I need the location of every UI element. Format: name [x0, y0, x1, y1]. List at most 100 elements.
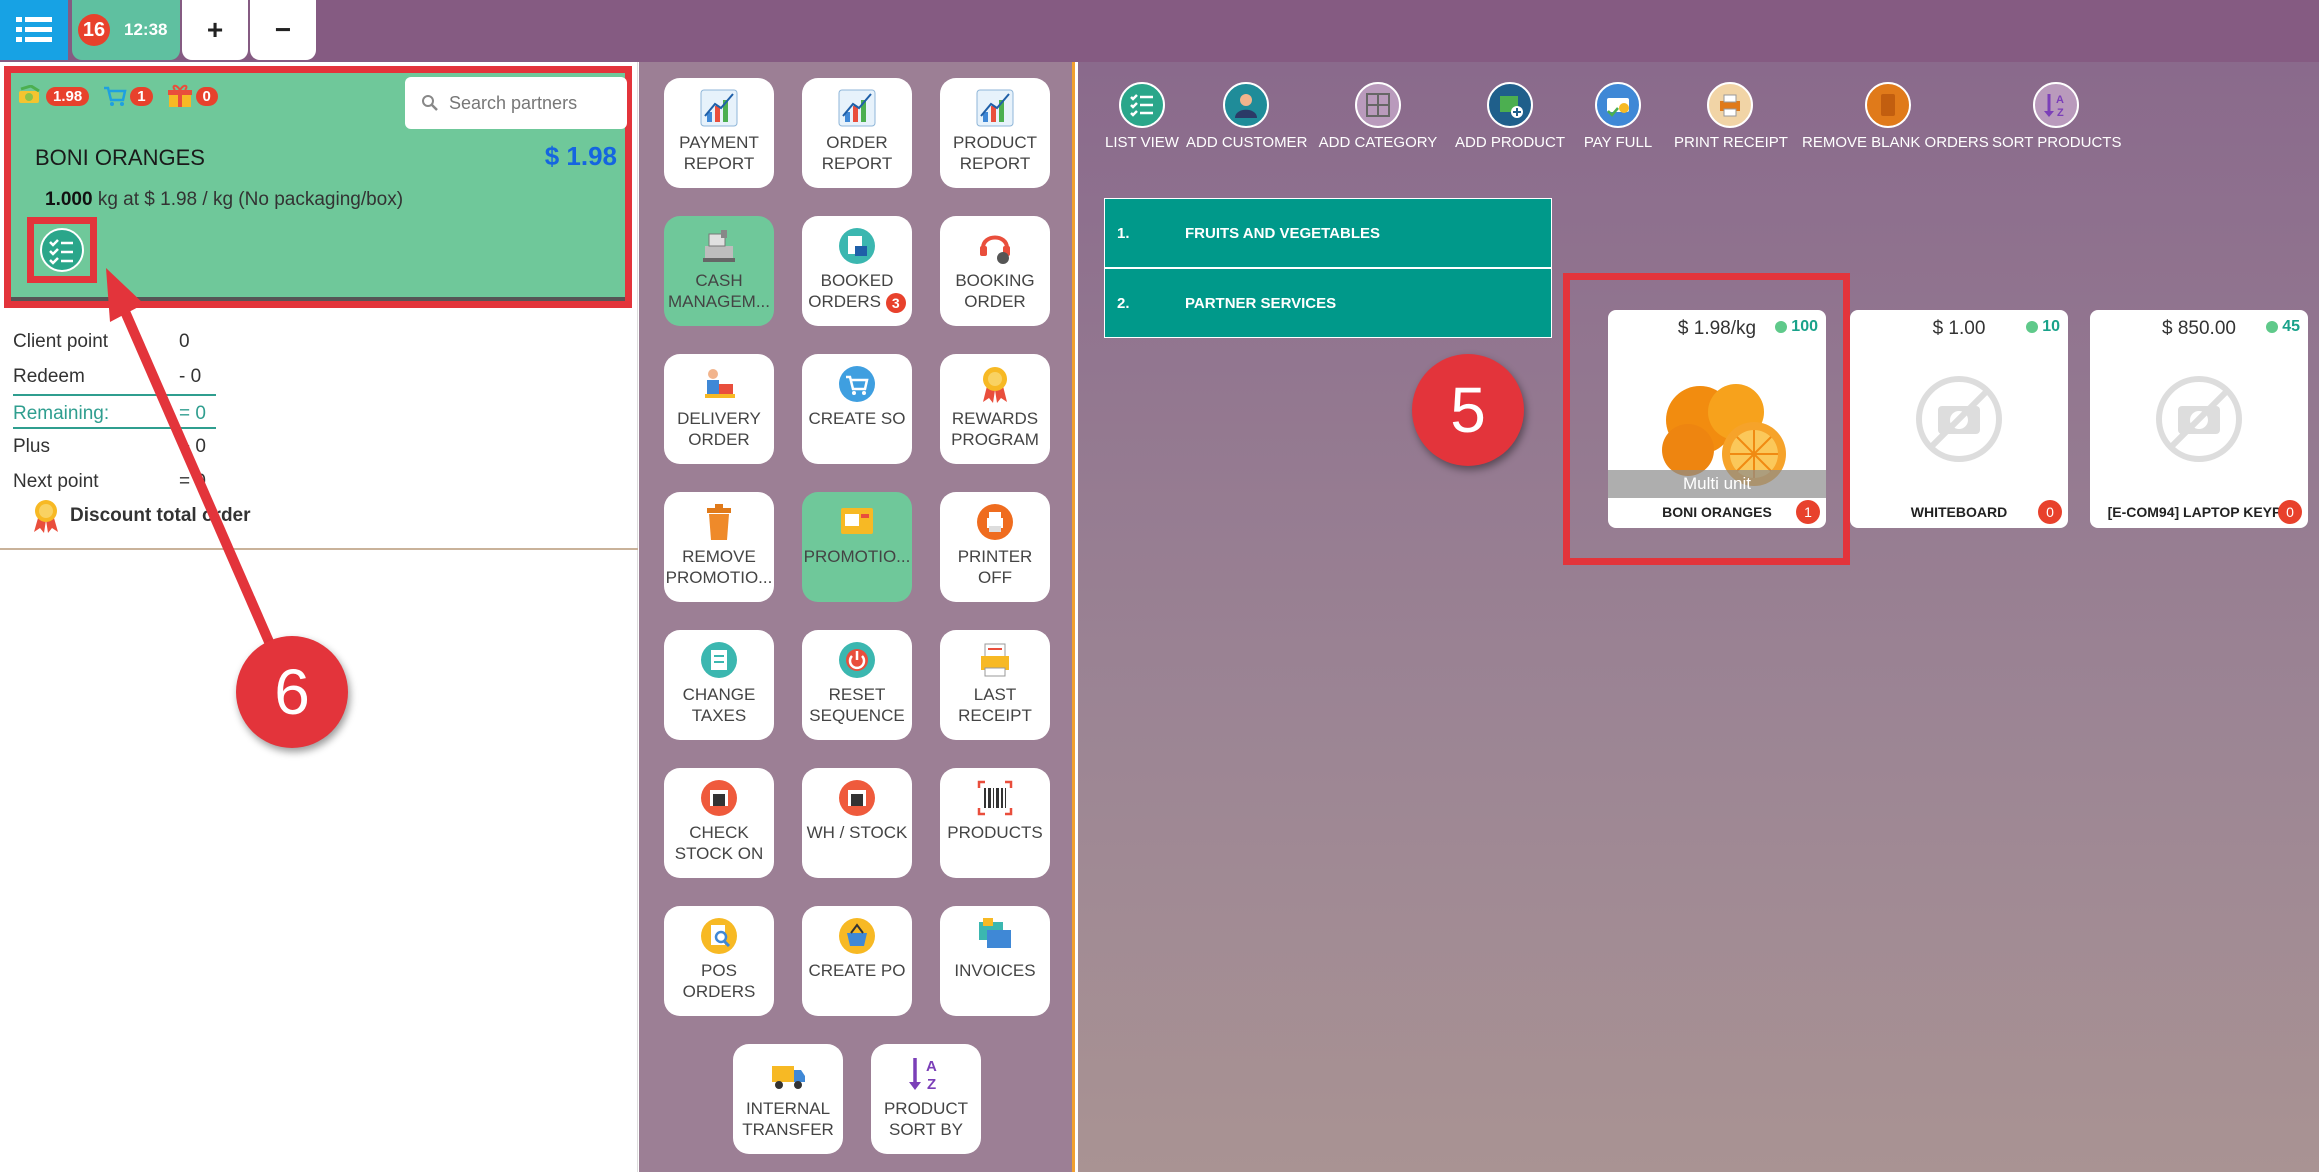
- remove-orders-icon: [1881, 94, 1895, 116]
- orderline-info: 1.000 kg at $ 1.98 / kg (No packaging/bo…: [45, 189, 403, 211]
- delivery-order-button[interactable]: DELIVERY ORDER: [664, 354, 774, 464]
- gift-badge: 0: [195, 86, 218, 106]
- list-view-icon: [1130, 94, 1153, 117]
- print-receipt-button[interactable]: PRINT RECEIPT: [1674, 82, 1788, 151]
- orderline-unit-info: kg at $ 1.98 / kg (No packaging/box): [97, 189, 404, 210]
- change-taxes-button[interactable]: CHANGE TAXES: [664, 630, 774, 740]
- print-receipt-icon: [1720, 94, 1740, 117]
- promotion-button[interactable]: PROMOTIO...: [802, 492, 912, 602]
- svg-text:A: A: [926, 1058, 937, 1075]
- product-report-button[interactable]: PRODUCT REPORT: [940, 78, 1050, 188]
- checklist-icon: [40, 228, 84, 272]
- product-count-badge: 0: [2278, 500, 2302, 524]
- cart-badge: 1: [130, 86, 153, 106]
- product-stock: 45: [2266, 318, 2300, 336]
- create-so-button[interactable]: CREATE SO: [802, 354, 912, 464]
- step-marker-6: 6: [236, 636, 348, 748]
- product-card-whiteboard[interactable]: $ 1.00 10 WHITEBOARD 0: [1850, 310, 2068, 528]
- pos-orders-button[interactable]: POS ORDERS: [664, 906, 774, 1016]
- pay-full-icon: [1607, 98, 1629, 117]
- printer-icon: [977, 504, 1013, 540]
- stock-icon: [839, 780, 875, 816]
- wh-stock-button[interactable]: WH / STOCK: [802, 768, 912, 878]
- basket-icon: [839, 918, 875, 954]
- search-partners-input[interactable]: Search partners: [405, 77, 627, 129]
- gift-icon: [167, 84, 192, 107]
- booked-icon: [839, 228, 875, 264]
- money-badge: 1.98: [46, 86, 90, 106]
- no-photo-icon: [1916, 376, 2002, 462]
- check-stock-button[interactable]: CHECK STOCK ON: [664, 768, 774, 878]
- category-row[interactable]: 1. FRUITS AND VEGETABLES: [1104, 198, 1552, 268]
- product-card-laptop-keypad[interactable]: $ 850.00 45 [E-COM94] LAPTOP KEYPA 0: [2090, 310, 2308, 528]
- cart-icon: [104, 86, 127, 106]
- menu-button[interactable]: [0, 0, 68, 60]
- internal-transfer-button[interactable]: INTERNAL TRANSFER: [733, 1044, 843, 1154]
- sort-az-icon: AZ: [909, 1058, 937, 1093]
- cash-register-icon: [703, 230, 735, 262]
- orderline-product-name[interactable]: BONI ORANGES: [35, 145, 205, 171]
- control-buttons-panel: PAYMENT REPORT ORDER REPORT PRODUCT REPO…: [639, 62, 1075, 1172]
- product-highlight-box: [1563, 273, 1850, 565]
- receipt-icon: [981, 643, 1009, 677]
- top-bar: 16 12:38 + −: [0, 0, 2319, 62]
- product-name: [E-COM94] LAPTOP KEYPA: [2107, 504, 2291, 520]
- add-order-button[interactable]: +: [182, 0, 248, 60]
- create-po-button[interactable]: CREATE PO: [802, 906, 912, 1016]
- rewards-program-button[interactable]: REWARDS PROGRAM: [940, 354, 1050, 464]
- power-icon: [839, 642, 875, 678]
- svg-text:Z: Z: [927, 1076, 936, 1093]
- printer-off-button[interactable]: PRINTER OFF: [940, 492, 1050, 602]
- invoices-button[interactable]: INVOICES: [940, 906, 1050, 1016]
- medal-icon: [34, 500, 58, 533]
- session-number: 16: [78, 14, 110, 46]
- product-name: WHITEBOARD: [1910, 504, 2008, 520]
- barcode-icon: [977, 780, 1013, 816]
- remove-blank-orders-button[interactable]: REMOVE BLANK ORDERS: [1802, 82, 1989, 151]
- category-row[interactable]: 2. PARTNER SERVICES: [1104, 268, 1552, 338]
- no-photo-icon: [2156, 376, 2242, 462]
- chart-icon: [700, 89, 738, 127]
- product-sort-by-button[interactable]: A Z PRODUCT SORT BY: [871, 1044, 981, 1154]
- product-count-badge: 0: [2038, 500, 2062, 524]
- booked-orders-button[interactable]: BOOKED ORDERS 3: [802, 216, 912, 326]
- pay-full-button[interactable]: PAY FULL: [1578, 82, 1658, 151]
- products-screen: LIST VIEW ADD CUSTOMER ADD CATEGORY ADD …: [1078, 62, 2319, 1172]
- add-category-icon: [1366, 93, 1390, 117]
- sort-products-icon: AZ: [2044, 94, 2064, 119]
- delivery-icon: [705, 369, 735, 398]
- booking-order-button[interactable]: BOOKING ORDER: [940, 216, 1050, 326]
- chart-icon: [838, 89, 876, 127]
- add-customer-button[interactable]: ADD CUSTOMER: [1186, 82, 1307, 151]
- invoice-icon: [979, 918, 1011, 948]
- order-report-button[interactable]: ORDER REPORT: [802, 78, 912, 188]
- step-marker-5: 5: [1412, 354, 1524, 466]
- add-category-button[interactable]: ADD CATEGORY: [1318, 82, 1438, 151]
- sort-products-button[interactable]: A Z SORT PRODUCTS: [1992, 82, 2121, 151]
- session-time: 12:38: [124, 20, 168, 39]
- cash-management-button[interactable]: CASH MANAGEM...: [664, 216, 774, 326]
- chart-icon: [976, 89, 1014, 127]
- order-badges: 1.98 1 0: [17, 83, 232, 109]
- orderline-price: $ 1.98: [544, 141, 617, 171]
- remove-order-button[interactable]: −: [250, 0, 316, 60]
- payment-report-button[interactable]: PAYMENT REPORT: [664, 78, 774, 188]
- headset-icon: [980, 235, 1010, 264]
- add-customer-icon: [1235, 94, 1257, 118]
- taxes-icon: [701, 642, 737, 678]
- money-icon: [19, 85, 40, 103]
- stock-icon: [701, 780, 737, 816]
- svg-text:Z: Z: [2057, 107, 2064, 119]
- list-view-button[interactable]: LIST VIEW: [1094, 82, 1190, 151]
- trash-icon: [707, 504, 731, 540]
- last-receipt-button[interactable]: LAST RECEIPT: [940, 630, 1050, 740]
- annotation-arrow: [106, 268, 295, 692]
- add-product-button[interactable]: ADD PRODUCT: [1452, 82, 1568, 151]
- remove-promotion-button[interactable]: REMOVE PROMOTIO...: [664, 492, 774, 602]
- medal-icon: [983, 367, 1007, 403]
- reset-sequence-button[interactable]: RESET SEQUENCE: [802, 630, 912, 740]
- product-stock: 10: [2026, 318, 2060, 336]
- session-tab[interactable]: 16 12:38: [72, 0, 180, 60]
- products-button[interactable]: PRODUCTS: [940, 768, 1050, 878]
- search-placeholder: Search partners: [449, 92, 578, 113]
